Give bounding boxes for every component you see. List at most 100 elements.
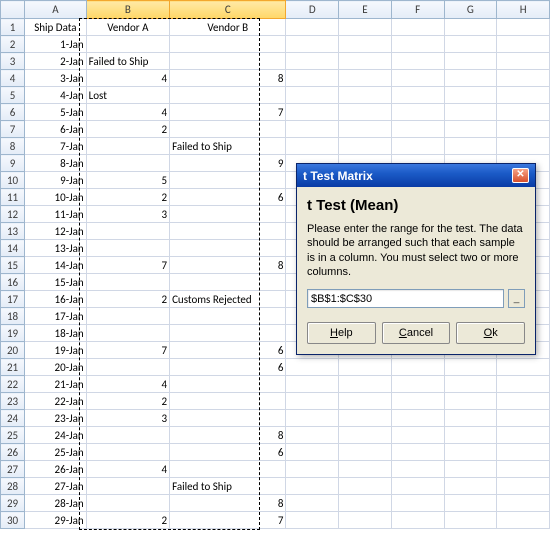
cell[interactable] — [391, 478, 444, 495]
cell[interactable] — [286, 478, 339, 495]
cell[interactable] — [339, 427, 392, 444]
cell[interactable] — [497, 478, 550, 495]
cell[interactable]: 20-Jan — [25, 359, 86, 376]
cell[interactable] — [497, 427, 550, 444]
cell[interactable] — [339, 53, 392, 70]
close-icon[interactable]: ✕ — [512, 168, 529, 183]
cell[interactable] — [391, 121, 444, 138]
cell[interactable] — [339, 512, 392, 529]
cell[interactable]: 1-Jan — [25, 36, 86, 53]
cell[interactable]: 6-Jan — [25, 121, 86, 138]
cell[interactable] — [444, 444, 497, 461]
select-all-corner[interactable] — [1, 1, 25, 19]
cell[interactable] — [286, 19, 339, 36]
cell[interactable]: 2 — [86, 121, 169, 138]
cell[interactable] — [444, 359, 497, 376]
cell[interactable] — [339, 461, 392, 478]
cell[interactable] — [497, 53, 550, 70]
cell[interactable] — [286, 512, 339, 529]
cell[interactable] — [86, 240, 169, 257]
row-hdr[interactable]: 23 — [1, 393, 25, 410]
row-hdr[interactable]: 5 — [1, 87, 25, 104]
cell[interactable] — [170, 87, 286, 104]
row-hdr[interactable]: 20 — [1, 342, 25, 359]
cell[interactable] — [339, 393, 392, 410]
cell[interactable] — [170, 223, 286, 240]
cell[interactable] — [444, 393, 497, 410]
cell[interactable] — [391, 393, 444, 410]
row-hdr[interactable]: 7 — [1, 121, 25, 138]
cell[interactable] — [497, 121, 550, 138]
cell[interactable] — [497, 410, 550, 427]
cell[interactable]: Vendor B — [170, 19, 286, 36]
row-hdr[interactable]: 1 — [1, 19, 25, 36]
col-hdr-D[interactable]: D — [286, 1, 339, 19]
cell[interactable]: 4 — [86, 70, 169, 87]
cell[interactable] — [391, 410, 444, 427]
col-hdr-E[interactable]: E — [339, 1, 392, 19]
cell[interactable]: 3 — [86, 206, 169, 223]
row-hdr[interactable]: 12 — [1, 206, 25, 223]
col-hdr-B[interactable]: B — [86, 1, 169, 19]
cell[interactable] — [286, 444, 339, 461]
cell[interactable] — [391, 359, 444, 376]
cell[interactable]: Failed to Ship — [170, 478, 286, 495]
cell[interactable]: Lost — [86, 87, 169, 104]
row-hdr[interactable]: 2 — [1, 36, 25, 53]
cell[interactable] — [497, 104, 550, 121]
cell[interactable] — [391, 87, 444, 104]
cell[interactable]: 9-Jan — [25, 172, 86, 189]
cell[interactable] — [497, 19, 550, 36]
cell[interactable]: 11-Jan — [25, 206, 86, 223]
row-hdr[interactable]: 3 — [1, 53, 25, 70]
cell[interactable] — [286, 376, 339, 393]
cell[interactable] — [286, 87, 339, 104]
cell[interactable]: 8-Jan — [25, 155, 86, 172]
collapse-dialog-icon[interactable]: _ — [508, 289, 525, 308]
cell[interactable] — [170, 308, 286, 325]
cell[interactable]: 14-Jan — [25, 257, 86, 274]
cell[interactable]: 4 — [86, 104, 169, 121]
cell[interactable]: 18-Jan — [25, 325, 86, 342]
cell[interactable] — [170, 410, 286, 427]
cell[interactable] — [497, 359, 550, 376]
row-hdr[interactable]: 22 — [1, 376, 25, 393]
col-hdr-G[interactable]: G — [444, 1, 497, 19]
cell[interactable] — [286, 121, 339, 138]
cell[interactable] — [86, 359, 169, 376]
cell[interactable] — [391, 53, 444, 70]
row-hdr[interactable]: 27 — [1, 461, 25, 478]
cell[interactable] — [391, 427, 444, 444]
cell[interactable] — [86, 274, 169, 291]
row-hdr[interactable]: 26 — [1, 444, 25, 461]
cell[interactable] — [339, 376, 392, 393]
cell[interactable]: 28-Jan — [25, 495, 86, 512]
cell[interactable]: 25-Jan — [25, 444, 86, 461]
cell[interactable]: 22-Jan — [25, 393, 86, 410]
cell[interactable]: 8 — [170, 495, 286, 512]
cell[interactable] — [339, 495, 392, 512]
cell[interactable]: 7 — [170, 512, 286, 529]
cell[interactable] — [86, 223, 169, 240]
cell[interactable]: 27-Jan — [25, 478, 86, 495]
cell[interactable] — [497, 461, 550, 478]
cell[interactable] — [170, 53, 286, 70]
cell[interactable] — [339, 138, 392, 155]
cell[interactable]: 9 — [170, 155, 286, 172]
cell[interactable] — [339, 36, 392, 53]
cell[interactable]: 6 — [170, 189, 286, 206]
cell[interactable]: 2 — [86, 291, 169, 308]
cell[interactable] — [86, 138, 169, 155]
cell[interactable]: 6 — [170, 342, 286, 359]
cell[interactable] — [497, 376, 550, 393]
cell[interactable]: Failed to Ship — [170, 138, 286, 155]
row-hdr[interactable]: 25 — [1, 427, 25, 444]
ok-button[interactable]: Ok — [456, 322, 525, 344]
cell[interactable] — [339, 70, 392, 87]
cell[interactable] — [444, 53, 497, 70]
cell[interactable] — [391, 376, 444, 393]
cell[interactable]: 3 — [86, 410, 169, 427]
cell[interactable] — [286, 70, 339, 87]
cell[interactable]: 2 — [86, 189, 169, 206]
cancel-button[interactable]: Cancel — [382, 322, 451, 344]
